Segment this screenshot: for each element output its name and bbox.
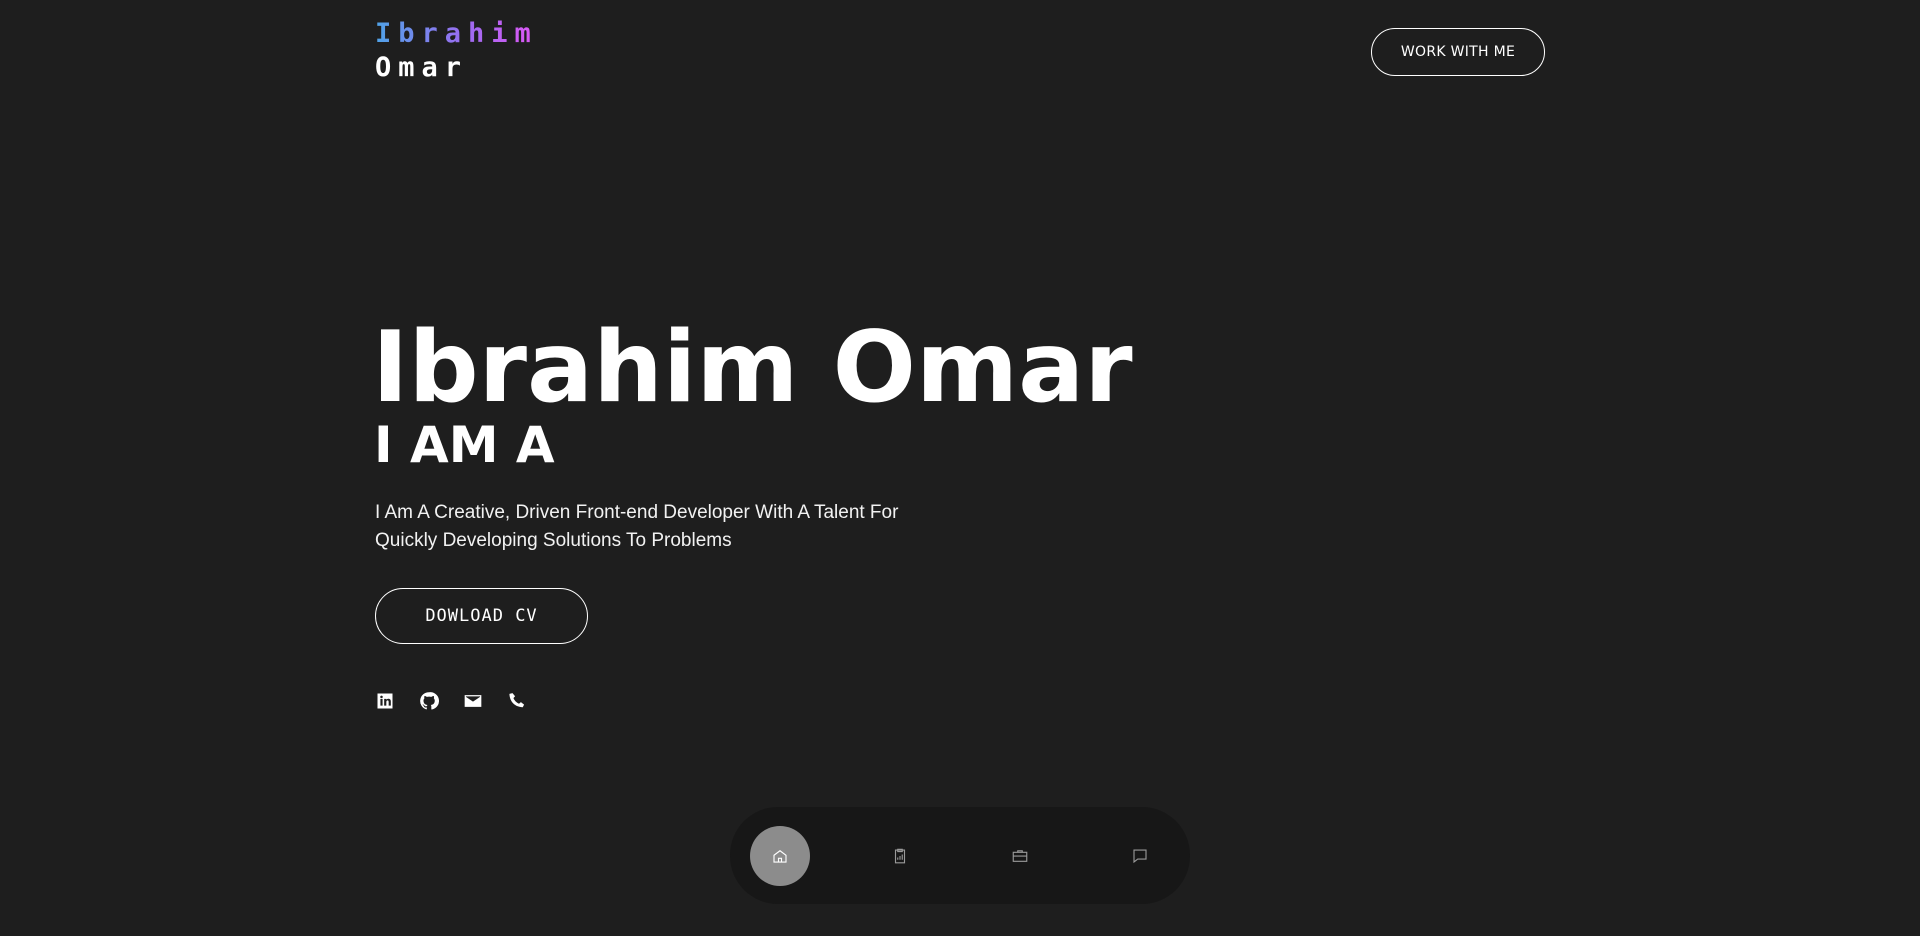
logo-first-name: Ibrahim: [375, 18, 538, 49]
hero-role: I AM A: [374, 416, 555, 474]
home-icon: [773, 849, 787, 863]
briefcase-icon: [1012, 849, 1028, 862]
phone-icon[interactable]: [507, 690, 527, 712]
mail-icon[interactable]: [463, 690, 483, 712]
bottom-nav: [730, 807, 1190, 904]
hero-name: Ibrahim Omar: [372, 311, 1133, 425]
nav-portfolio[interactable]: [990, 826, 1050, 886]
resume-icon: [894, 848, 906, 863]
social-links: [375, 690, 527, 712]
nav-home[interactable]: [750, 825, 810, 886]
logo-last-name: Omar: [375, 52, 469, 83]
download-cv-button[interactable]: DOWLOAD CV: [375, 588, 588, 644]
linkedin-icon[interactable]: [375, 690, 395, 712]
work-with-me-button[interactable]: WORK WITH ME: [1371, 28, 1545, 76]
hero-description: I Am A Creative, Driven Front-end Develo…: [375, 502, 899, 551]
page: Ibrahim Omar WORK WITH ME Ibrahim Omar I…: [0, 0, 1920, 936]
nav-resume[interactable]: [870, 826, 930, 886]
nav-contact[interactable]: [1110, 826, 1170, 886]
logo[interactable]: Ibrahim Omar: [375, 18, 538, 86]
github-icon[interactable]: [419, 690, 439, 712]
chat-icon: [1133, 848, 1147, 863]
